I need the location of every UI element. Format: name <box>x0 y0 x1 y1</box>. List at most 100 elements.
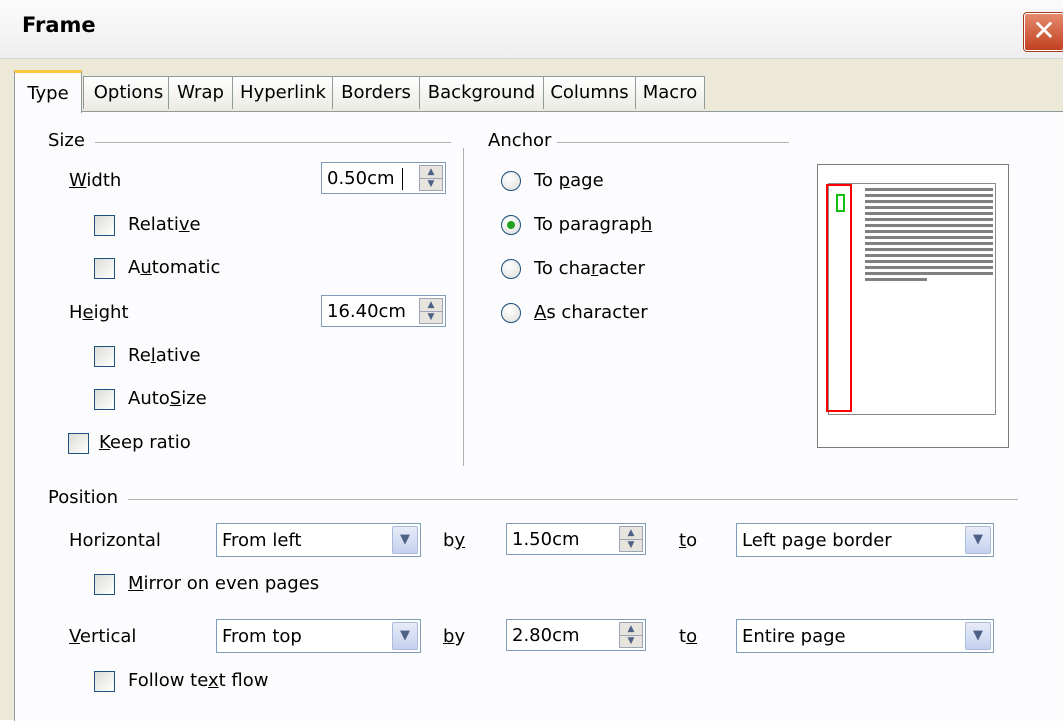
tab-macro[interactable]: Macro <box>635 76 705 109</box>
follow-text-flow-checkbox[interactable] <box>94 671 115 692</box>
to-paragraph-radio[interactable] <box>501 215 521 235</box>
horizontal-by-spin-buttons[interactable]: ▲ ▼ <box>619 526 643 552</box>
tab-type[interactable]: Type <box>14 70 82 113</box>
chevron-down-icon[interactable]: ▼ <box>965 622 991 650</box>
mirror-even-pages-checkbox[interactable] <box>94 574 115 595</box>
automatic-checkbox[interactable] <box>94 258 115 279</box>
as-character-label: As character <box>534 302 648 323</box>
to-character-label: To character <box>534 258 645 279</box>
horizontal-label: Horizontal <box>69 530 161 551</box>
width-label: Width <box>69 170 122 191</box>
frame-preview <box>817 164 1009 448</box>
vertical-by-label: by <box>443 626 466 647</box>
width-spinbox[interactable]: 0.50cm ▲ ▼ <box>321 162 446 194</box>
position-group-divider <box>128 499 1018 500</box>
preview-text-line <box>865 212 993 215</box>
type-tab-panel: Size Width 0.50cm ▲ ▼ Relative Automatic… <box>14 111 1063 721</box>
tab-columns[interactable]: Columns <box>543 76 636 109</box>
vertical-to-value: Entire page <box>742 626 846 647</box>
width-value: 0.50cm <box>327 168 395 189</box>
spin-down-icon[interactable]: ▼ <box>420 311 442 323</box>
size-anchor-separator <box>463 148 464 466</box>
as-character-radio[interactable] <box>501 303 521 323</box>
preview-frame-outline <box>826 184 852 412</box>
chevron-down-icon[interactable]: ▼ <box>392 622 418 650</box>
size-group-label: Size <box>48 130 85 151</box>
dialog-title: Frame <box>22 13 96 37</box>
width-relative-checkbox[interactable] <box>94 215 115 236</box>
preview-text-line <box>865 260 993 263</box>
preview-text-line <box>865 254 993 257</box>
vertical-label: Vertical <box>69 626 137 647</box>
width-spin-buttons[interactable]: ▲ ▼ <box>419 165 443 191</box>
anchor-group-label: Anchor <box>488 130 552 151</box>
anchor-group-divider <box>557 142 789 143</box>
height-spin-buttons[interactable]: ▲ ▼ <box>419 298 443 324</box>
preview-text-line <box>865 248 993 251</box>
horizontal-to-label: to <box>679 530 698 551</box>
preview-text-line <box>865 230 993 233</box>
tab-hyperlink[interactable]: Hyperlink <box>232 76 334 109</box>
horizontal-mode-dropdown[interactable]: From left ▼ <box>216 523 421 557</box>
height-value: 16.40cm <box>327 301 406 322</box>
horizontal-to-value: Left page border <box>742 530 892 551</box>
spin-down-icon[interactable]: ▼ <box>620 635 642 647</box>
horizontal-to-dropdown[interactable]: Left page border ▼ <box>736 523 994 557</box>
vertical-to-dropdown[interactable]: Entire page ▼ <box>736 619 994 653</box>
preview-text-line <box>865 236 993 239</box>
vertical-to-label: to <box>679 626 698 647</box>
preview-page <box>826 183 996 415</box>
follow-text-flow-label: Follow text flow <box>128 670 269 691</box>
height-spinbox[interactable]: 16.40cm ▲ ▼ <box>321 295 446 327</box>
horizontal-by-value: 1.50cm <box>512 529 580 550</box>
to-page-radio[interactable] <box>501 171 521 191</box>
preview-text-line <box>865 200 993 203</box>
position-group-label: Position <box>48 487 119 508</box>
text-caret <box>402 168 403 190</box>
preview-anchor-marker <box>836 194 845 212</box>
chevron-down-icon[interactable]: ▼ <box>392 526 418 554</box>
preview-text-line <box>865 206 993 209</box>
vertical-by-value: 2.80cm <box>512 625 580 646</box>
autosize-label: AutoSize <box>128 388 207 409</box>
size-group-divider <box>95 142 451 143</box>
frame-dialog: Frame ✕ Type Options Wrap Hyperlink Bord… <box>0 0 1063 721</box>
close-icon: ✕ <box>1032 14 1056 47</box>
autosize-checkbox[interactable] <box>94 389 115 410</box>
tab-borders[interactable]: Borders <box>332 76 420 109</box>
preview-text-line <box>865 224 993 227</box>
horizontal-mode-value: From left <box>222 530 302 551</box>
vertical-mode-dropdown[interactable]: From top ▼ <box>216 619 421 653</box>
chevron-down-icon[interactable]: ▼ <box>965 526 991 554</box>
preview-text-line <box>865 278 927 281</box>
horizontal-by-label: by <box>443 530 466 551</box>
preview-text-line <box>865 218 993 221</box>
vertical-by-spinbox[interactable]: 2.80cm ▲ ▼ <box>506 619 646 651</box>
tab-options[interactable]: Options <box>83 76 174 109</box>
keep-ratio-label: Keep ratio <box>99 432 191 453</box>
preview-text-line <box>865 242 993 245</box>
radio-selected-dot <box>507 221 515 229</box>
close-button[interactable]: ✕ <box>1024 13 1063 51</box>
preview-text-line <box>865 194 993 197</box>
width-relative-label: Relative <box>128 214 201 235</box>
height-relative-label: Relative <box>128 345 201 366</box>
title-bar: Frame ✕ <box>0 0 1063 59</box>
preview-text-line <box>865 272 993 275</box>
keep-ratio-checkbox[interactable] <box>68 433 89 454</box>
automatic-label: Automatic <box>128 257 221 278</box>
tab-background[interactable]: Background <box>419 76 544 109</box>
preview-text-line <box>865 266 993 269</box>
to-character-radio[interactable] <box>501 259 521 279</box>
tab-wrap[interactable]: Wrap <box>168 76 233 109</box>
height-relative-checkbox[interactable] <box>94 346 115 367</box>
mirror-even-pages-label: Mirror on even pages <box>128 573 320 594</box>
vertical-by-spin-buttons[interactable]: ▲ ▼ <box>619 622 643 648</box>
vertical-mode-value: From top <box>222 626 302 647</box>
height-label: Height <box>69 302 129 323</box>
horizontal-by-spinbox[interactable]: 1.50cm ▲ ▼ <box>506 523 646 555</box>
to-page-label: To page <box>534 170 604 191</box>
spin-down-icon[interactable]: ▼ <box>620 539 642 551</box>
spin-down-icon[interactable]: ▼ <box>420 178 442 190</box>
preview-text-line <box>865 188 993 191</box>
